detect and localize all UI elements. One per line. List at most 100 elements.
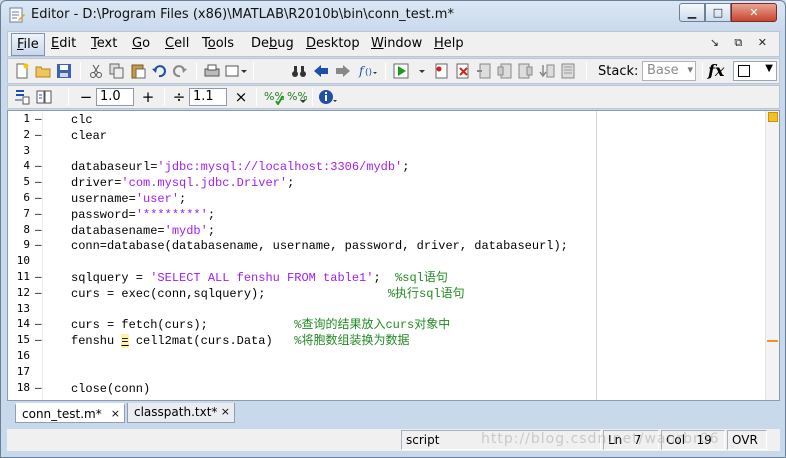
multiply-value-input[interactable]: 1.1 xyxy=(189,88,227,106)
tab-classpath[interactable]: classpath.txt* × xyxy=(127,403,235,423)
code-line[interactable]: curs = exec(conn,sqlquery); %执行sql语句 xyxy=(71,286,465,302)
undo-icon[interactable] xyxy=(151,63,167,79)
multiply-button[interactable]: × xyxy=(233,89,249,105)
vertical-scrollbar[interactable] xyxy=(765,111,779,400)
breakpoint-marker[interactable]: – xyxy=(35,175,42,188)
toolbar-separator xyxy=(312,88,313,106)
new-file-icon[interactable] xyxy=(14,63,30,79)
line-number: 17 xyxy=(16,364,30,378)
continue-icon[interactable] xyxy=(539,63,555,79)
info-icon[interactable] xyxy=(319,89,339,105)
decrement-button[interactable]: − xyxy=(78,89,94,105)
toolbar-separator xyxy=(80,62,81,80)
breakpoint-marker[interactable]: – xyxy=(35,238,42,251)
code-line[interactable]: clear xyxy=(71,128,107,144)
stack-select[interactable]: Base xyxy=(642,61,696,81)
exit-debug-icon[interactable] xyxy=(560,63,576,79)
redo-icon[interactable] xyxy=(172,63,188,79)
paste-icon[interactable] xyxy=(130,63,146,79)
function-fx-button[interactable]: fx xyxy=(708,61,724,80)
insert-cell-title-icon[interactable] xyxy=(36,89,52,105)
code-area[interactable]: clc clear databaseurl='jdbc:mysql://localh… xyxy=(71,111,591,400)
breakpoint-marker[interactable]: – xyxy=(35,381,42,394)
breakpoint-marker[interactable]: – xyxy=(35,317,42,330)
close-tab-icon[interactable]: × xyxy=(221,405,230,418)
cut-icon[interactable] xyxy=(88,63,104,79)
line-number: 9 xyxy=(23,238,30,252)
set-breakpoint-icon[interactable] xyxy=(434,63,450,79)
evaluate-and-advance-icon[interactable]: %% xyxy=(287,89,308,105)
line-number: 3 xyxy=(23,143,30,157)
code-editor[interactable]: 1–2–3 4–5–6–7–8–9–10 11–12–13 14–15–16 17 18–… xyxy=(7,110,780,401)
copy-icon[interactable] xyxy=(109,63,125,79)
code-line[interactable]: clc xyxy=(71,112,93,128)
breakpoint-marker[interactable]: – xyxy=(35,286,42,299)
find-binoculars-icon[interactable] xyxy=(291,63,307,79)
breakpoint-marker[interactable]: – xyxy=(35,159,42,172)
print-icon[interactable] xyxy=(204,63,220,79)
breakpoint-marker[interactable]: – xyxy=(35,223,42,236)
code-line[interactable]: driver='com.mysql.jdbc.Driver'; xyxy=(71,175,294,191)
step-out-icon[interactable] xyxy=(518,63,534,79)
code-line[interactable]: close(conn) xyxy=(71,381,150,397)
menu-window[interactable]: Window xyxy=(371,36,422,51)
evaluate-cell-icon[interactable]: %% xyxy=(264,89,285,106)
open-folder-icon[interactable] xyxy=(35,63,51,79)
warning-marker[interactable] xyxy=(767,340,778,342)
menu-edit[interactable]: Edit xyxy=(51,36,76,51)
tab-label: conn_test.m* xyxy=(22,407,102,421)
gutter-divider xyxy=(42,111,43,400)
forward-arrow-icon[interactable] xyxy=(335,63,351,79)
tab-conn-test[interactable]: conn_test.m* × xyxy=(15,403,125,423)
run-icon[interactable] xyxy=(393,63,409,79)
code-line[interactable]: databaseurl='jdbc:mysql://localhost:3306… xyxy=(71,159,409,175)
close-button[interactable]: ✕ xyxy=(731,3,777,22)
breakpoint-marker[interactable]: – xyxy=(35,128,42,141)
close-tab-icon[interactable]: × xyxy=(111,407,120,420)
document-tabs: conn_test.m* × classpath.txt* × xyxy=(7,402,780,424)
code-line[interactable]: username='user'; xyxy=(71,191,186,207)
cell-mode-dropdown[interactable]: ▼ xyxy=(733,61,777,81)
code-line[interactable]: sqlquery = 'SELECT ALL fenshu FROM table… xyxy=(71,270,448,286)
divide-button[interactable]: ÷ xyxy=(171,89,187,105)
breakpoint-marker[interactable]: – xyxy=(35,207,42,220)
clear-breakpoints-icon[interactable] xyxy=(455,63,471,79)
line-number: 16 xyxy=(16,349,30,362)
print-options-icon[interactable] xyxy=(225,63,247,79)
code-line[interactable]: databasename='mydb'; xyxy=(71,223,215,239)
menu-go[interactable]: Go xyxy=(132,36,150,51)
code-line[interactable]: curs = fetch(curs); %查询的结果放入curs对象中 xyxy=(71,317,450,333)
line-number: 11 xyxy=(16,270,30,283)
line-number: 2 xyxy=(23,127,30,141)
line-number: 18 xyxy=(16,380,30,394)
breakpoint-marker[interactable]: – xyxy=(35,333,42,346)
cell-toolbar: − 1.0 + ÷ 1.1 × %% %% xyxy=(7,85,780,109)
insert-cell-divider-icon[interactable] xyxy=(14,89,30,105)
toolbar-separator xyxy=(68,88,69,106)
minimize-button[interactable]: ▁ xyxy=(679,3,705,22)
breakpoint-marker[interactable]: – xyxy=(35,191,42,204)
code-line[interactable]: fenshu = cell2mat(curs.Data) %将胞数组装换为数据 xyxy=(71,333,409,349)
menu-help[interactable]: Help xyxy=(434,36,464,51)
increment-button[interactable]: + xyxy=(140,89,156,105)
run-options-arrow-icon[interactable] xyxy=(415,63,431,79)
menu-tools[interactable]: Tools xyxy=(202,36,234,51)
breakpoint-marker[interactable]: – xyxy=(35,270,42,283)
breakpoint-marker[interactable]: – xyxy=(35,112,42,125)
menu-debug[interactable]: Debug xyxy=(251,36,294,51)
dock-controls[interactable]: ↘ ⧉ ✕ xyxy=(710,36,773,50)
step-icon[interactable] xyxy=(476,63,492,79)
save-icon[interactable] xyxy=(56,63,72,79)
increment-value-input[interactable]: 1.0 xyxy=(96,88,134,106)
step-in-icon[interactable] xyxy=(497,63,513,79)
code-line[interactable]: conn=database(databasename, username, pa… xyxy=(71,238,568,254)
menu-cell[interactable]: Cell xyxy=(165,36,189,51)
menu-text[interactable]: Text xyxy=(91,36,117,51)
right-margin-line xyxy=(596,111,597,400)
code-line[interactable]: password='********'; xyxy=(71,207,215,223)
function-browser-icon[interactable]: f() xyxy=(358,63,377,79)
menu-file[interactable]: File xyxy=(11,33,45,56)
menu-desktop[interactable]: Desktop xyxy=(306,36,360,51)
maximize-button[interactable]: □ xyxy=(705,3,731,22)
back-arrow-icon[interactable] xyxy=(313,63,329,79)
